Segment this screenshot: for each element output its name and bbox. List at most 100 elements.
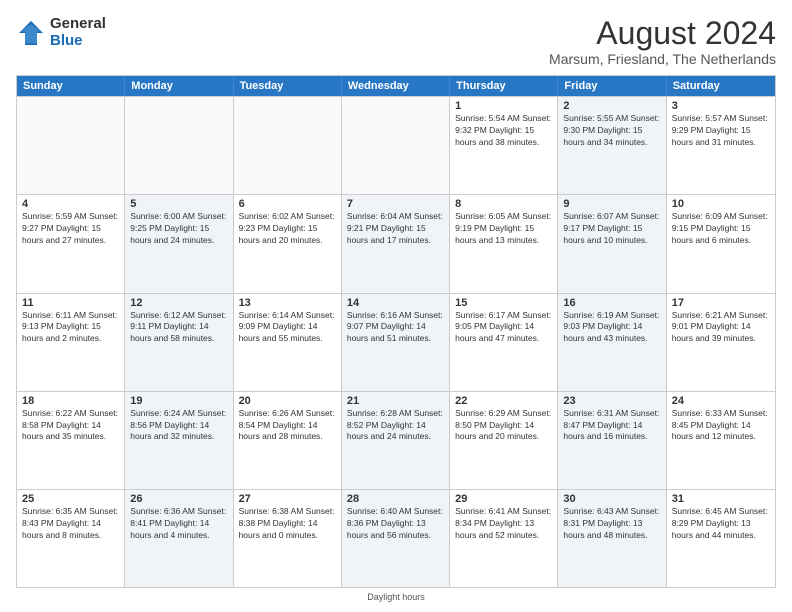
day-cell-24: 24Sunrise: 6:33 AM Sunset: 8:45 PM Dayli… xyxy=(667,392,775,489)
day-number: 1 xyxy=(455,100,552,112)
calendar-week-1: 1Sunrise: 5:54 AM Sunset: 9:32 PM Daylig… xyxy=(17,96,775,194)
day-info: Sunrise: 6:05 AM Sunset: 9:19 PM Dayligh… xyxy=(455,211,552,247)
day-info: Sunrise: 5:55 AM Sunset: 9:30 PM Dayligh… xyxy=(563,113,660,149)
day-number: 5 xyxy=(130,198,227,210)
day-number: 18 xyxy=(22,395,119,407)
day-number: 3 xyxy=(672,100,770,112)
logo-icon xyxy=(16,18,46,48)
day-info: Sunrise: 6:19 AM Sunset: 9:03 PM Dayligh… xyxy=(563,310,660,346)
day-number: 14 xyxy=(347,297,444,309)
day-cell-16: 16Sunrise: 6:19 AM Sunset: 9:03 PM Dayli… xyxy=(558,294,666,391)
day-cell-27: 27Sunrise: 6:38 AM Sunset: 8:38 PM Dayli… xyxy=(234,490,342,587)
header-day-sunday: Sunday xyxy=(17,76,125,96)
day-info: Sunrise: 5:54 AM Sunset: 9:32 PM Dayligh… xyxy=(455,113,552,149)
day-number: 29 xyxy=(455,493,552,505)
day-cell-31: 31Sunrise: 6:45 AM Sunset: 8:29 PM Dayli… xyxy=(667,490,775,587)
empty-cell xyxy=(17,97,125,194)
calendar-body: 1Sunrise: 5:54 AM Sunset: 9:32 PM Daylig… xyxy=(17,96,775,587)
day-info: Sunrise: 6:26 AM Sunset: 8:54 PM Dayligh… xyxy=(239,408,336,444)
day-info: Sunrise: 6:12 AM Sunset: 9:11 PM Dayligh… xyxy=(130,310,227,346)
day-info: Sunrise: 6:04 AM Sunset: 9:21 PM Dayligh… xyxy=(347,211,444,247)
header: General Blue August 2024 Marsum, Friesla… xyxy=(16,16,776,67)
day-number: 28 xyxy=(347,493,444,505)
day-number: 13 xyxy=(239,297,336,309)
header-day-tuesday: Tuesday xyxy=(234,76,342,96)
day-info: Sunrise: 6:22 AM Sunset: 8:58 PM Dayligh… xyxy=(22,408,119,444)
day-cell-28: 28Sunrise: 6:40 AM Sunset: 8:36 PM Dayli… xyxy=(342,490,450,587)
day-cell-4: 4Sunrise: 5:59 AM Sunset: 9:27 PM Daylig… xyxy=(17,195,125,292)
day-info: Sunrise: 6:28 AM Sunset: 8:52 PM Dayligh… xyxy=(347,408,444,444)
calendar: SundayMondayTuesdayWednesdayThursdayFrid… xyxy=(16,75,776,588)
day-number: 24 xyxy=(672,395,770,407)
day-number: 27 xyxy=(239,493,336,505)
main-title: August 2024 xyxy=(549,16,776,51)
day-info: Sunrise: 6:21 AM Sunset: 9:01 PM Dayligh… xyxy=(672,310,770,346)
day-info: Sunrise: 6:35 AM Sunset: 8:43 PM Dayligh… xyxy=(22,506,119,542)
calendar-week-4: 18Sunrise: 6:22 AM Sunset: 8:58 PM Dayli… xyxy=(17,391,775,489)
day-cell-8: 8Sunrise: 6:05 AM Sunset: 9:19 PM Daylig… xyxy=(450,195,558,292)
day-info: Sunrise: 6:09 AM Sunset: 9:15 PM Dayligh… xyxy=(672,211,770,247)
empty-cell xyxy=(342,97,450,194)
day-number: 8 xyxy=(455,198,552,210)
day-cell-30: 30Sunrise: 6:43 AM Sunset: 8:31 PM Dayli… xyxy=(558,490,666,587)
day-cell-2: 2Sunrise: 5:55 AM Sunset: 9:30 PM Daylig… xyxy=(558,97,666,194)
day-info: Sunrise: 6:02 AM Sunset: 9:23 PM Dayligh… xyxy=(239,211,336,247)
day-cell-13: 13Sunrise: 6:14 AM Sunset: 9:09 PM Dayli… xyxy=(234,294,342,391)
day-number: 11 xyxy=(22,297,119,309)
day-cell-23: 23Sunrise: 6:31 AM Sunset: 8:47 PM Dayli… xyxy=(558,392,666,489)
day-number: 25 xyxy=(22,493,119,505)
day-info: Sunrise: 6:38 AM Sunset: 8:38 PM Dayligh… xyxy=(239,506,336,542)
day-info: Sunrise: 6:45 AM Sunset: 8:29 PM Dayligh… xyxy=(672,506,770,542)
day-number: 16 xyxy=(563,297,660,309)
logo-general: General xyxy=(50,16,106,33)
empty-cell xyxy=(125,97,233,194)
day-info: Sunrise: 6:40 AM Sunset: 8:36 PM Dayligh… xyxy=(347,506,444,542)
header-day-monday: Monday xyxy=(125,76,233,96)
day-cell-29: 29Sunrise: 6:41 AM Sunset: 8:34 PM Dayli… xyxy=(450,490,558,587)
day-number: 9 xyxy=(563,198,660,210)
day-cell-10: 10Sunrise: 6:09 AM Sunset: 9:15 PM Dayli… xyxy=(667,195,775,292)
footer-note: Daylight hours xyxy=(16,592,776,602)
header-day-wednesday: Wednesday xyxy=(342,76,450,96)
calendar-week-5: 25Sunrise: 6:35 AM Sunset: 8:43 PM Dayli… xyxy=(17,489,775,587)
calendar-week-2: 4Sunrise: 5:59 AM Sunset: 9:27 PM Daylig… xyxy=(17,194,775,292)
day-cell-15: 15Sunrise: 6:17 AM Sunset: 9:05 PM Dayli… xyxy=(450,294,558,391)
day-number: 26 xyxy=(130,493,227,505)
calendar-week-3: 11Sunrise: 6:11 AM Sunset: 9:13 PM Dayli… xyxy=(17,293,775,391)
day-number: 2 xyxy=(563,100,660,112)
day-info: Sunrise: 6:33 AM Sunset: 8:45 PM Dayligh… xyxy=(672,408,770,444)
day-info: Sunrise: 6:00 AM Sunset: 9:25 PM Dayligh… xyxy=(130,211,227,247)
day-number: 19 xyxy=(130,395,227,407)
header-day-saturday: Saturday xyxy=(667,76,775,96)
page: General Blue August 2024 Marsum, Friesla… xyxy=(0,0,792,612)
day-cell-22: 22Sunrise: 6:29 AM Sunset: 8:50 PM Dayli… xyxy=(450,392,558,489)
day-cell-20: 20Sunrise: 6:26 AM Sunset: 8:54 PM Dayli… xyxy=(234,392,342,489)
day-number: 21 xyxy=(347,395,444,407)
logo-blue-text: Blue xyxy=(50,33,106,50)
empty-cell xyxy=(234,97,342,194)
day-info: Sunrise: 6:11 AM Sunset: 9:13 PM Dayligh… xyxy=(22,310,119,346)
day-number: 6 xyxy=(239,198,336,210)
day-info: Sunrise: 6:36 AM Sunset: 8:41 PM Dayligh… xyxy=(130,506,227,542)
day-info: Sunrise: 5:57 AM Sunset: 9:29 PM Dayligh… xyxy=(672,113,770,149)
day-number: 10 xyxy=(672,198,770,210)
day-number: 22 xyxy=(455,395,552,407)
day-number: 17 xyxy=(672,297,770,309)
day-cell-7: 7Sunrise: 6:04 AM Sunset: 9:21 PM Daylig… xyxy=(342,195,450,292)
logo: General Blue xyxy=(16,16,106,49)
calendar-header: SundayMondayTuesdayWednesdayThursdayFrid… xyxy=(17,76,775,96)
day-number: 4 xyxy=(22,198,119,210)
day-cell-21: 21Sunrise: 6:28 AM Sunset: 8:52 PM Dayli… xyxy=(342,392,450,489)
day-cell-14: 14Sunrise: 6:16 AM Sunset: 9:07 PM Dayli… xyxy=(342,294,450,391)
title-block: August 2024 Marsum, Friesland, The Nethe… xyxy=(549,16,776,67)
day-info: Sunrise: 6:16 AM Sunset: 9:07 PM Dayligh… xyxy=(347,310,444,346)
day-cell-18: 18Sunrise: 6:22 AM Sunset: 8:58 PM Dayli… xyxy=(17,392,125,489)
day-info: Sunrise: 6:29 AM Sunset: 8:50 PM Dayligh… xyxy=(455,408,552,444)
day-cell-26: 26Sunrise: 6:36 AM Sunset: 8:41 PM Dayli… xyxy=(125,490,233,587)
day-cell-5: 5Sunrise: 6:00 AM Sunset: 9:25 PM Daylig… xyxy=(125,195,233,292)
day-cell-17: 17Sunrise: 6:21 AM Sunset: 9:01 PM Dayli… xyxy=(667,294,775,391)
day-cell-19: 19Sunrise: 6:24 AM Sunset: 8:56 PM Dayli… xyxy=(125,392,233,489)
day-cell-12: 12Sunrise: 6:12 AM Sunset: 9:11 PM Dayli… xyxy=(125,294,233,391)
day-info: Sunrise: 6:31 AM Sunset: 8:47 PM Dayligh… xyxy=(563,408,660,444)
day-number: 23 xyxy=(563,395,660,407)
